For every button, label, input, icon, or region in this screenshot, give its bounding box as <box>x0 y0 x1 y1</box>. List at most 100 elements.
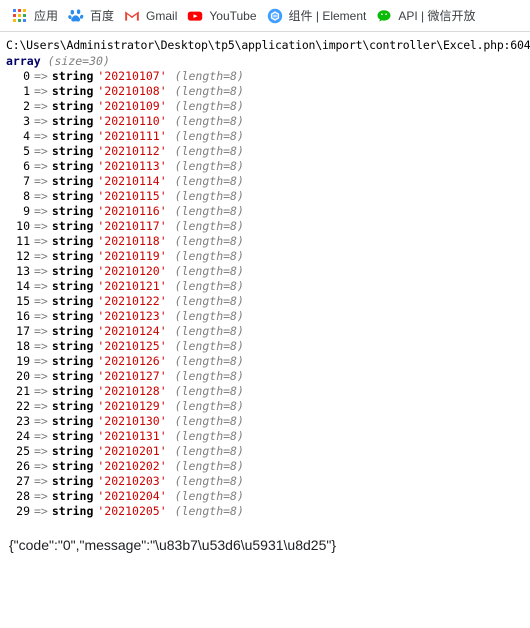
array-row: 1 => string '20210108' (length=8) <box>4 84 530 99</box>
array-row-arrow: => <box>34 99 48 113</box>
array-row-arrow: => <box>34 234 48 248</box>
array-row-type: string <box>51 159 94 173</box>
wechat-icon <box>376 8 392 24</box>
array-row: 13 => string '20210120' (length=8) <box>4 264 530 279</box>
array-row-type: string <box>51 144 94 158</box>
array-row-length: (length=8) <box>174 174 244 188</box>
array-row-type: string <box>51 114 94 128</box>
array-row: 5 => string '20210112' (length=8) <box>4 144 530 159</box>
array-row-value: '20210126' <box>97 354 167 368</box>
array-row-length: (length=8) <box>174 219 244 233</box>
array-row-type: string <box>51 294 94 308</box>
array-row-index: 29 <box>16 504 30 518</box>
json-response-output: {"code":"0","message":"\u83b7\u53d6\u593… <box>9 537 337 553</box>
array-row-arrow: => <box>34 129 48 143</box>
array-row-index: 3 <box>23 114 30 128</box>
array-row-length: (length=8) <box>174 489 244 503</box>
array-row-index: 11 <box>16 234 30 248</box>
array-row-length: (length=8) <box>174 309 244 323</box>
array-row-length: (length=8) <box>174 279 244 293</box>
array-row: 24 => string '20210131' (length=8) <box>4 429 530 444</box>
array-row-value: '20210131' <box>97 429 167 443</box>
array-row-length: (length=8) <box>174 339 244 353</box>
array-row-type: string <box>51 459 94 473</box>
array-row-length: (length=8) <box>174 294 244 308</box>
array-row: 22 => string '20210129' (length=8) <box>4 399 530 414</box>
bookmark-item-element[interactable]: 组件 | Element <box>263 5 373 27</box>
array-row-arrow: => <box>34 114 48 128</box>
array-row-type: string <box>51 309 94 323</box>
array-row-arrow: => <box>34 189 48 203</box>
array-row-arrow: => <box>34 399 48 413</box>
array-row-arrow: => <box>34 69 48 83</box>
array-row-type: string <box>51 279 94 293</box>
bookmark-item-wechat-api[interactable]: API | 微信开放 <box>372 5 481 27</box>
array-row-type: string <box>51 84 94 98</box>
array-row: 6 => string '20210113' (length=8) <box>4 159 530 174</box>
array-row-type: string <box>51 489 94 503</box>
array-row-index: 9 <box>23 204 30 218</box>
array-row-arrow: => <box>34 324 48 338</box>
array-row: 9 => string '20210116' (length=8) <box>4 204 530 219</box>
array-row-arrow: => <box>34 174 48 188</box>
array-row-value: '20210115' <box>97 189 167 203</box>
bookmark-item-baidu[interactable]: 百度 <box>64 5 120 27</box>
bookmark-item-apps[interactable]: 应用 <box>8 5 64 27</box>
array-row-length: (length=8) <box>174 69 244 83</box>
array-row-index: 0 <box>23 69 30 83</box>
array-row-arrow: => <box>34 219 48 233</box>
bookmark-label: Gmail <box>146 8 178 23</box>
array-row: 7 => string '20210114' (length=8) <box>4 174 530 189</box>
array-row-value: '20210125' <box>97 339 167 353</box>
array-row-type: string <box>51 414 94 428</box>
array-row-type: string <box>51 474 94 488</box>
array-row: 3 => string '20210110' (length=8) <box>4 114 530 129</box>
array-row-type: string <box>51 444 94 458</box>
array-row-value: '20210117' <box>97 219 167 233</box>
array-row-length: (length=8) <box>174 84 244 98</box>
bookmark-item-gmail[interactable]: Gmail <box>120 5 183 27</box>
array-row-value: '20210112' <box>97 144 167 158</box>
array-row-length: (length=8) <box>174 264 244 278</box>
array-row: 10 => string '20210117' (length=8) <box>4 219 530 234</box>
array-row-length: (length=8) <box>174 354 244 368</box>
array-row-value: '20210119' <box>97 249 167 263</box>
array-row-index: 23 <box>16 414 30 428</box>
array-row-index: 5 <box>23 144 30 158</box>
array-row: 26 => string '20210202' (length=8) <box>4 459 530 474</box>
array-row: 8 => string '20210115' (length=8) <box>4 189 530 204</box>
array-row: 4 => string '20210111' (length=8) <box>4 129 530 144</box>
dump-array-header: array (size=30) <box>4 54 530 69</box>
array-row-arrow: => <box>34 354 48 368</box>
array-row-index: 8 <box>23 189 30 203</box>
bookmark-label: YouTube <box>209 8 257 23</box>
array-row-arrow: => <box>34 339 48 353</box>
array-row: 16 => string '20210123' (length=8) <box>4 309 530 324</box>
array-row-length: (length=8) <box>174 114 244 128</box>
array-row-value: '20210107' <box>97 69 167 83</box>
array-row: 2 => string '20210109' (length=8) <box>4 99 530 114</box>
array-row-arrow: => <box>34 489 48 503</box>
youtube-icon <box>187 8 203 24</box>
bookmark-label: 组件 | Element <box>288 8 367 23</box>
array-row-type: string <box>51 264 94 278</box>
array-row-index: 10 <box>16 219 30 233</box>
array-row-value: '20210130' <box>97 414 167 428</box>
array-row-type: string <box>51 369 94 383</box>
array-row-value: '20210201' <box>97 444 167 458</box>
array-row-type: string <box>51 399 94 413</box>
array-row-arrow: => <box>34 414 48 428</box>
bookmark-item-youtube[interactable]: YouTube <box>183 5 262 27</box>
array-row-type: string <box>51 129 94 143</box>
array-row: 29 => string '20210205' (length=8) <box>4 504 530 519</box>
bookmark-label: 百度 <box>90 8 115 23</box>
array-row-type: string <box>51 429 94 443</box>
array-row-index: 25 <box>16 444 30 458</box>
array-row-value: '20210122' <box>97 294 167 308</box>
array-row-length: (length=8) <box>174 429 244 443</box>
array-row-length: (length=8) <box>174 474 244 488</box>
array-row-length: (length=8) <box>174 369 244 383</box>
bookmark-label: 应用 <box>34 8 59 23</box>
array-row-value: '20210108' <box>97 84 167 98</box>
array-row-index: 4 <box>23 129 30 143</box>
